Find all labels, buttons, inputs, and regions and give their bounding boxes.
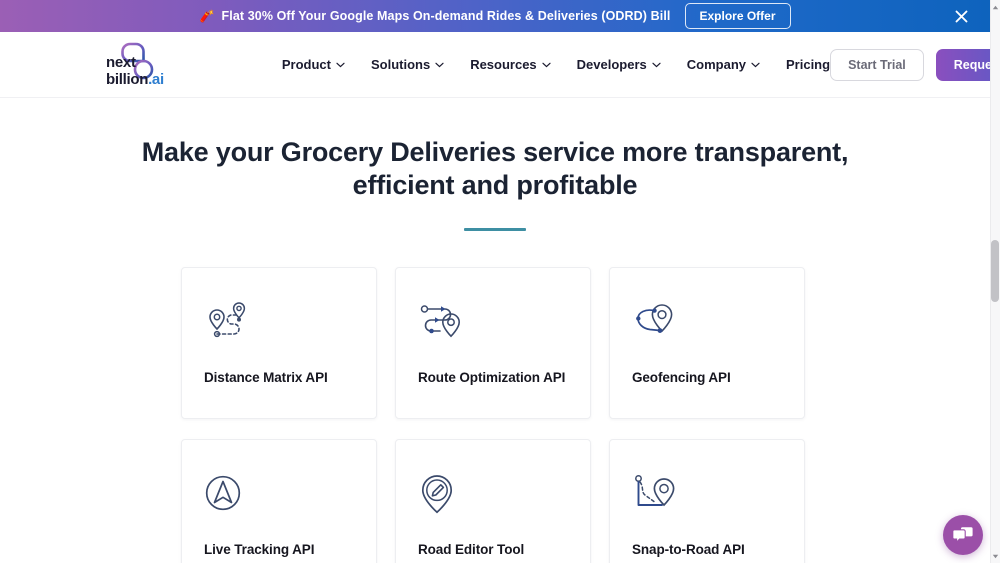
chevron-down-icon <box>652 62 661 67</box>
nav-label: Solutions <box>370 57 431 72</box>
card-route-optimization-api[interactable]: Route Optimization API <box>395 266 591 419</box>
card-title: Route Optimization API <box>418 369 566 385</box>
chevron-down-icon <box>435 62 444 67</box>
live-tracking-icon <box>204 468 354 524</box>
main-navigation: Product Solutions Resources Developers C… <box>282 57 830 72</box>
nav-label: Resources <box>470 57 537 72</box>
header-actions: Start Trial Request a Demo <box>830 48 1000 81</box>
card-snap-to-road-api[interactable]: Snap-to-Road API <box>609 438 805 563</box>
logo-text-line2: billion <box>106 70 149 88</box>
page-title: Make your Grocery Deliveries service mor… <box>141 137 849 200</box>
nav-label: Developers <box>576 57 647 72</box>
hero-section: Make your Grocery Deliveries service mor… <box>0 98 990 231</box>
card-road-editor-tool[interactable]: Road Editor Tool <box>395 438 591 563</box>
chat-widget-button[interactable] <box>943 515 983 555</box>
snap-to-road-icon <box>632 468 782 524</box>
api-cards-section: Distance Matrix API Route Optimization A… <box>0 230 990 563</box>
promo-banner-text-wrap: 🧨 Flat 30% Off Your Google Maps On-deman… <box>199 9 670 23</box>
geofencing-icon <box>632 296 782 352</box>
route-optimization-icon <box>418 296 568 352</box>
nav-label: Product <box>281 57 331 72</box>
nav-item-product[interactable]: Product <box>282 57 345 72</box>
explore-offer-button[interactable]: Explore Offer <box>684 3 791 29</box>
page-scrollbar[interactable] <box>990 0 1000 563</box>
scrollbar-thumb[interactable] <box>991 240 999 302</box>
card-geofencing-api[interactable]: Geofencing API <box>609 266 805 419</box>
chevron-down-icon <box>751 62 760 67</box>
page-content: 🧨 Flat 30% Off Your Google Maps On-deman… <box>0 0 1000 563</box>
nav-item-pricing[interactable]: Pricing <box>786 57 830 72</box>
logo-text-line2-wrap: billion.ai <box>106 71 164 88</box>
nav-item-company[interactable]: Company <box>687 57 760 72</box>
distance-matrix-icon <box>204 296 354 352</box>
browser-viewport: 🧨 Flat 30% Off Your Google Maps On-deman… <box>0 0 1000 563</box>
chat-bubbles-icon <box>952 527 973 544</box>
scroll-up-arrow-icon[interactable] <box>991 2 999 12</box>
nav-item-developers[interactable]: Developers <box>577 57 661 72</box>
nextbillion-logo[interactable]: next billion.ai <box>100 40 164 90</box>
card-title: Snap-to-Road API <box>632 541 745 557</box>
card-title: Geofencing API <box>632 369 731 385</box>
promo-banner: 🧨 Flat 30% Off Your Google Maps On-deman… <box>0 0 990 32</box>
start-trial-button[interactable]: Start Trial <box>830 48 924 81</box>
nav-item-solutions[interactable]: Solutions <box>371 57 444 72</box>
api-cards-grid: Distance Matrix API Route Optimization A… <box>181 266 809 563</box>
chevron-down-icon <box>542 62 551 67</box>
nav-label: Company <box>686 57 746 72</box>
card-title: Distance Matrix API <box>204 369 328 385</box>
card-title: Live Tracking API <box>204 541 315 557</box>
firecracker-icon: 🧨 <box>199 9 215 23</box>
promo-banner-message: Flat 30% Off Your Google Maps On-demand … <box>221 9 671 23</box>
chevron-down-icon <box>336 62 345 67</box>
close-icon[interactable] <box>952 7 970 25</box>
logo-text-line1: next <box>106 54 136 71</box>
card-title: Road Editor Tool <box>418 541 525 557</box>
scroll-down-arrow-icon[interactable] <box>991 551 999 561</box>
promo-banner-content: 🧨 Flat 30% Off Your Google Maps On-deman… <box>199 3 791 29</box>
card-distance-matrix-api[interactable]: Distance Matrix API <box>181 266 377 419</box>
road-editor-icon <box>418 468 568 524</box>
site-header: next billion.ai Product Solutions Resour… <box>0 32 1000 98</box>
nav-label: Pricing <box>786 57 831 72</box>
logo-text-suffix: .ai <box>148 70 164 88</box>
nav-item-resources[interactable]: Resources <box>470 57 551 72</box>
card-live-tracking-api[interactable]: Live Tracking API <box>181 438 377 563</box>
